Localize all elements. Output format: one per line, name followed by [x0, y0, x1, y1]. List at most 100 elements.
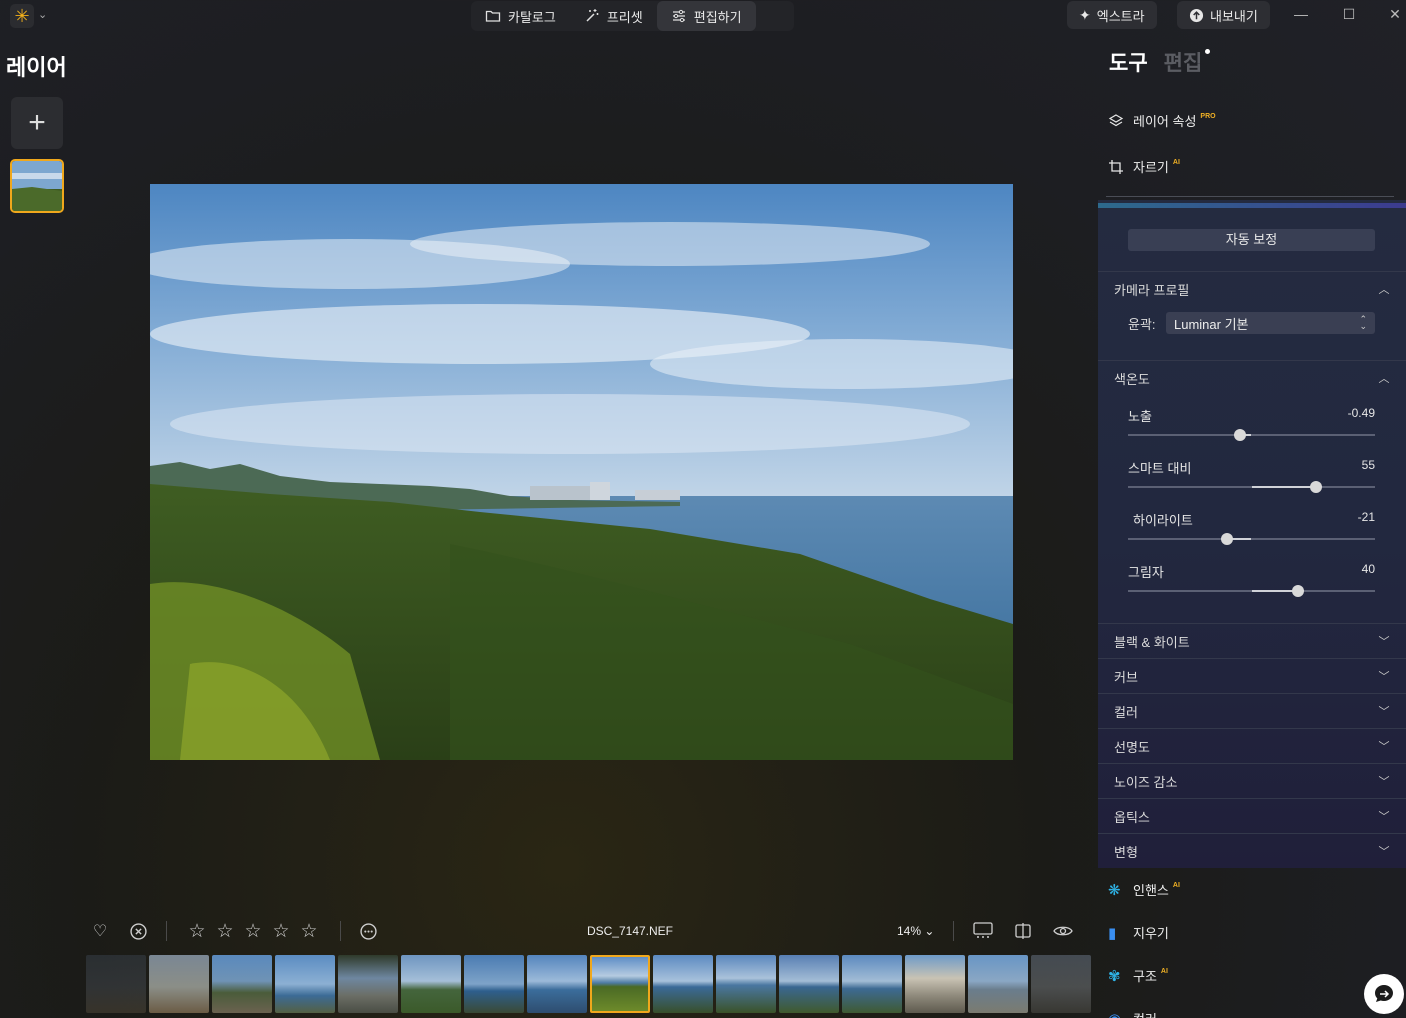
tab-catalog-label: 카탈로그 [508, 9, 556, 25]
slider-value[interactable]: 40 [1315, 562, 1375, 576]
section-tone[interactable]: 색온도 ︿ [1098, 360, 1406, 395]
extras-label: 엑스트라 [1096, 8, 1145, 24]
select-arrows-icon: ⌃ ⌄ [1359, 314, 1367, 331]
section-collapsed[interactable]: 옵틱스 ﹀ [1098, 798, 1406, 833]
filmstrip-thumb[interactable] [527, 955, 587, 1013]
add-layer-button[interactable]: + [11, 97, 63, 149]
slider-value[interactable]: 55 [1315, 458, 1375, 472]
heart-icon[interactable]: ♡ [90, 921, 110, 941]
filmstrip-thumb[interactable] [212, 955, 272, 1013]
unsaved-dot-icon [1205, 49, 1211, 54]
section-collapsed[interactable]: 노이즈 감소 ﹀ [1098, 763, 1406, 798]
main-photo[interactable] [150, 184, 1013, 760]
slider-track[interactable] [1128, 481, 1375, 493]
magic-wand-icon [586, 9, 599, 22]
chevron-down-icon: ﹀ [1378, 811, 1390, 823]
app-logo-icon[interactable]: ✳ [10, 4, 34, 28]
tab-catalog[interactable]: 카탈로그 [471, 1, 570, 31]
panel-accent-line [1098, 203, 1406, 208]
tab-edit[interactable]: 편집하기 [656, 1, 756, 31]
section-collapsed[interactable]: 컬러 ﹀ [1098, 693, 1406, 728]
zoom-value: 14% [897, 924, 922, 938]
tool-crop[interactable]: 자르기 AI [1108, 157, 1180, 176]
tool-layer-properties[interactable]: 레이어 속성 PRO [1108, 111, 1216, 130]
section-collapsed[interactable]: 선명도 ﹀ [1098, 728, 1406, 763]
chat-button[interactable] [1364, 974, 1404, 1014]
tab-edits[interactable]: 편집 [1164, 47, 1211, 77]
maximize-icon[interactable]: ☐ [1339, 6, 1359, 23]
slider-track[interactable] [1128, 533, 1375, 545]
tool-color[interactable]: ◉ 컬러 [1108, 1009, 1157, 1018]
filmstrip-thumb[interactable] [338, 955, 398, 1013]
slider-track[interactable] [1128, 429, 1375, 441]
slider-value[interactable]: -0.49 [1315, 406, 1375, 420]
filmstrip-thumb[interactable] [968, 955, 1028, 1013]
slider-value[interactable]: -21 [1315, 510, 1375, 524]
export-button[interactable]: 내보내기 [1177, 1, 1270, 29]
mode-switcher: 카탈로그 프리셋 편집하기 [471, 1, 794, 31]
tool-eraser[interactable]: ▮ 지우기 [1108, 923, 1169, 942]
tab-presets-label: 프리셋 [606, 9, 643, 25]
slider-knob[interactable] [1220, 533, 1233, 545]
section-camera-profile[interactable]: 카메라 프로필 ︿ [1098, 271, 1406, 306]
more-options-icon[interactable] [358, 921, 378, 941]
reject-icon[interactable] [128, 921, 148, 941]
landscape-photo [150, 184, 1013, 760]
chevron-down-icon[interactable]: ⌄ [38, 8, 47, 21]
section-collapsed[interactable]: 블랙 & 화이트 ﹀ [1098, 623, 1406, 658]
filmstrip-thumb[interactable] [842, 955, 902, 1013]
section-camera-profile-title: 카메라 프로필 [1114, 282, 1190, 298]
compare-icon[interactable] [1013, 921, 1033, 941]
chevron-down-icon: ﹀ [1378, 846, 1390, 858]
tool-sparkle[interactable]: ❋ 인핸스 AI [1108, 880, 1180, 899]
filmstrip-toggle-icon[interactable] [973, 921, 993, 941]
tab-tools[interactable]: 도구 [1109, 47, 1148, 77]
star-icon-2[interactable]: ☆ [215, 921, 235, 942]
filmstrip-thumb[interactable] [716, 955, 776, 1013]
chevron-down-icon: ﹀ [1378, 671, 1390, 683]
slider-label: 그림자 [1128, 565, 1164, 580]
tool-structure[interactable]: ✾ 구조 AI [1108, 966, 1168, 985]
filmstrip [86, 955, 1091, 1013]
ai-badge: AI [1172, 159, 1180, 166]
auto-adjust-button[interactable]: 자동 보정 [1128, 229, 1375, 251]
star-icon-3[interactable]: ☆ [243, 921, 263, 942]
eye-icon[interactable] [1053, 921, 1073, 941]
tool-label: 지우기 [1133, 926, 1169, 941]
section-title: 블랙 & 화이트 [1114, 634, 1190, 650]
minimize-icon[interactable]: — [1291, 6, 1311, 22]
profile-select-value: Luminar 기본 [1174, 316, 1249, 332]
layers-icon [1108, 113, 1124, 126]
layer-thumbnail-image [12, 161, 62, 211]
filmstrip-thumb[interactable] [149, 955, 209, 1013]
zoom-dropdown[interactable]: 14% ⌄ [897, 924, 934, 938]
layers-title: 레이어 [6, 55, 67, 80]
section-collapsed[interactable]: 변형 ﹀ [1098, 833, 1406, 868]
slider-track[interactable] [1128, 585, 1375, 597]
layer-thumbnail[interactable] [10, 159, 64, 213]
filmstrip-thumb[interactable] [1031, 955, 1091, 1013]
tab-edit-label: 편집하기 [693, 9, 742, 25]
filmstrip-thumb[interactable] [401, 955, 461, 1013]
filmstrip-thumb-selected[interactable] [590, 955, 650, 1013]
tool-label: 인핸스 [1133, 883, 1169, 898]
star-icon-4[interactable]: ☆ [271, 921, 291, 942]
slider-knob[interactable] [1309, 481, 1322, 493]
close-icon[interactable]: ✕ [1385, 6, 1405, 23]
profile-select[interactable]: Luminar 기본 ⌃ ⌄ [1166, 312, 1375, 334]
section-collapsed[interactable]: 커브 ﹀ [1098, 658, 1406, 693]
filmstrip-thumb[interactable] [464, 955, 524, 1013]
folder-icon [485, 10, 501, 22]
section-title: 옵틱스 [1114, 809, 1150, 825]
filmstrip-thumb[interactable] [905, 955, 965, 1013]
filmstrip-thumb[interactable] [653, 955, 713, 1013]
pro-badge: PRO [1200, 113, 1216, 120]
filmstrip-thumb[interactable] [779, 955, 839, 1013]
star-icon-1[interactable]: ☆ [187, 921, 207, 942]
tool-layer-properties-label: 레이어 속성 [1133, 114, 1197, 129]
filmstrip-thumb[interactable] [86, 955, 146, 1013]
star-icon-5[interactable]: ☆ [299, 921, 319, 942]
extras-button[interactable]: ✦ 엑스트라 [1067, 1, 1157, 29]
filmstrip-thumb[interactable] [275, 955, 335, 1013]
tab-presets[interactable]: 프리셋 [570, 1, 657, 31]
